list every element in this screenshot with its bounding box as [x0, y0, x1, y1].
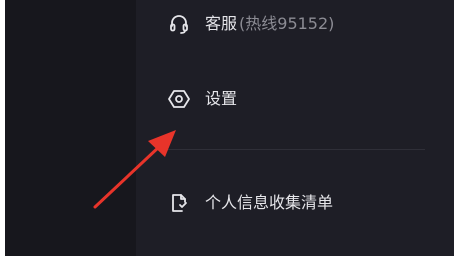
hotline-text: (热线95152)	[239, 14, 335, 33]
menu-item-settings[interactable]: 设置	[157, 75, 427, 123]
menu-item-personal-info-list[interactable]: 个人信息收集清单	[157, 179, 427, 227]
document-list-icon	[167, 191, 191, 215]
screenshot: 客服 (热线95152) 设置 个人信息收集清单	[0, 0, 454, 260]
menu-divider	[167, 149, 425, 150]
settings-label: 设置	[205, 89, 238, 108]
menu-item-customer-service[interactable]: 客服 (热线95152)	[157, 0, 427, 48]
personal-info-list-label: 个人信息收集清单	[205, 193, 334, 212]
customer-service-label: 客服 (热线95152)	[205, 14, 335, 33]
headset-icon	[167, 12, 191, 36]
hexagon-settings-icon	[167, 87, 191, 111]
dimmed-background[interactable]	[5, 0, 136, 256]
